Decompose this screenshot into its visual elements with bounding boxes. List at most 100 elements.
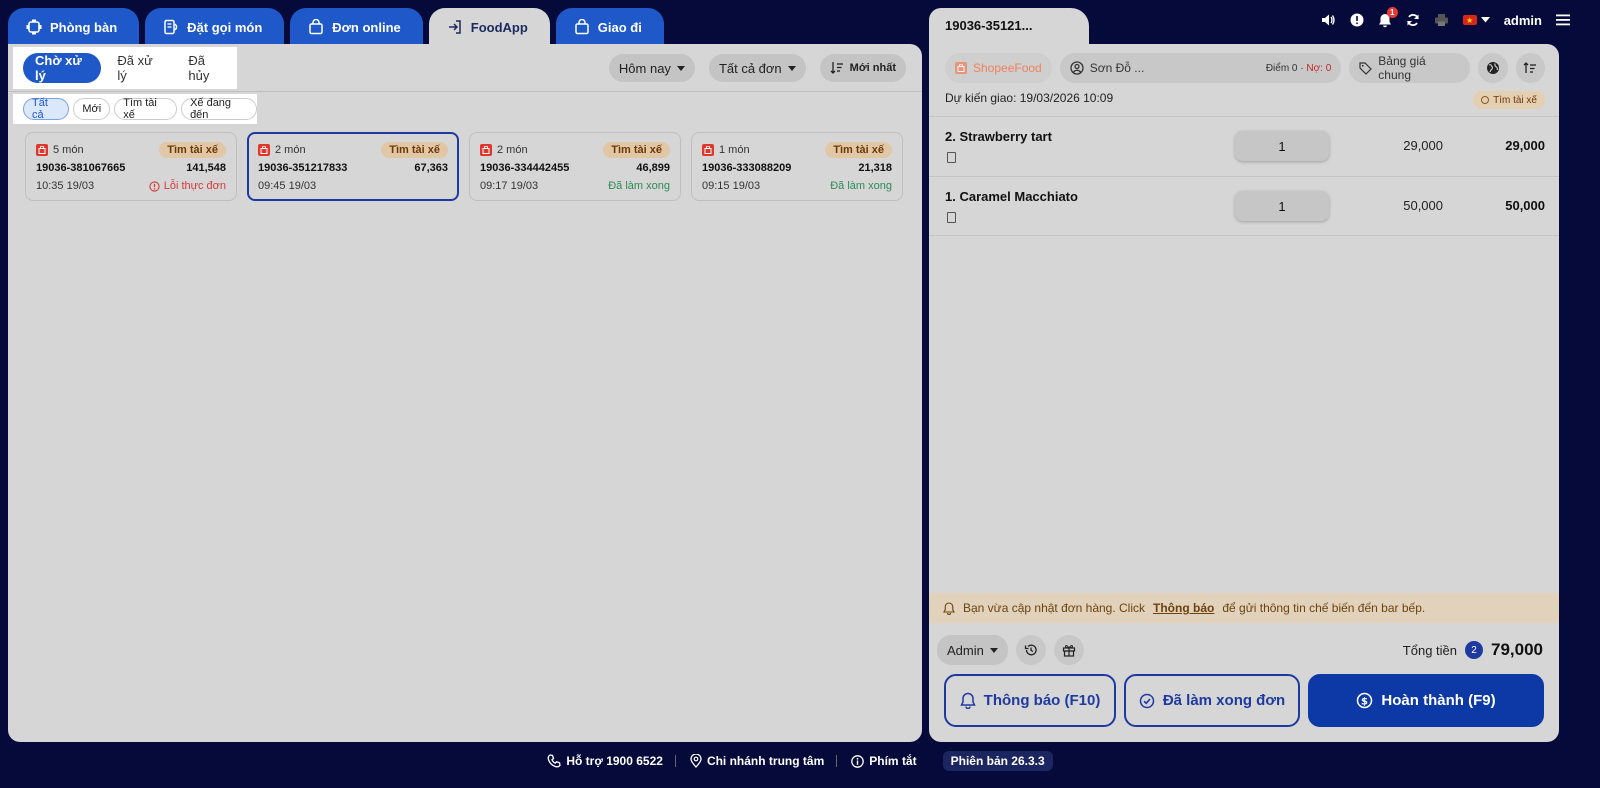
chip-driver-arriving[interactable]: Xế đang đến	[181, 97, 257, 121]
caret-down-icon	[787, 65, 796, 71]
mark-done-button[interactable]: Đã làm xong đơn	[1124, 674, 1300, 727]
shopeefood-logo-icon	[702, 144, 714, 156]
bell-outline-icon	[959, 692, 976, 709]
card-amount: 21,318	[858, 162, 892, 174]
order-filter-dropdown[interactable]: Tất cả đơn	[708, 54, 806, 82]
note-icon[interactable]	[947, 152, 956, 163]
globe-button[interactable]	[1478, 53, 1508, 83]
mark-done-label: Đã làm xong đơn	[1162, 692, 1286, 709]
footer-separator	[836, 755, 838, 767]
tab-phong-ban[interactable]: Phòng bàn	[8, 8, 140, 46]
estimated-delivery: Dự kiến giao: 19/03/2026 10:09	[945, 91, 1114, 105]
card-status-text: Đã làm xong	[830, 180, 892, 192]
caret-down-icon	[989, 647, 998, 653]
order-item-row[interactable]: 2. Strawberry tart 1 29,000 29,000	[929, 116, 1559, 176]
order-items-list: 2. Strawberry tart 1 29,000 29,000 1. Ca…	[929, 116, 1559, 236]
caret-down-icon	[1480, 17, 1490, 23]
notify-kitchen-label: Thông báo (F10)	[983, 692, 1101, 709]
sort-items-button[interactable]	[1515, 53, 1545, 83]
order-filter-label: Tất cả đơn	[718, 60, 782, 76]
tab-foodapp[interactable]: FoodApp	[428, 8, 550, 46]
shopeefood-logo-icon	[955, 62, 967, 74]
customer-selector[interactable]: Sơn Đỗ ... Điểm 0 · Nợ: 0	[1059, 53, 1342, 83]
card-status-text: Đã làm xong	[608, 180, 670, 192]
check-circle-icon	[1139, 693, 1155, 709]
version-badge: Phiên bản 26.3.3	[942, 751, 1053, 771]
bell-icon[interactable]: 1	[1378, 6, 1398, 28]
total-label: Tổng tiền	[1402, 642, 1457, 658]
status-tab-cancelled[interactable]: Đã hủy	[176, 53, 237, 83]
item-quantity-input[interactable]: 1	[1235, 191, 1329, 221]
menu-icon[interactable]	[1556, 14, 1570, 26]
location-pin-icon	[690, 754, 702, 768]
footer: Hỗ trợ 1900 6522 Chi nhánh trung tâm Phí…	[0, 750, 1600, 772]
language-selector[interactable]: ★	[1462, 15, 1490, 25]
history-button[interactable]	[1015, 635, 1046, 665]
sort-icon	[1523, 61, 1537, 75]
item-quantity-input[interactable]: 1	[1235, 131, 1329, 161]
tab-dat-goi-mon[interactable]: Đặt gọi món	[145, 8, 285, 46]
card-item-count-wrap: 1 món	[702, 144, 750, 156]
list-toolbar: Hôm nay Tất cả đơn Mới nhất	[608, 54, 906, 82]
points-label: Điểm 0 ·	[1265, 62, 1304, 74]
order-item-row[interactable]: 1. Caramel Macchiato 1 50,000 50,000	[929, 176, 1559, 236]
support-link[interactable]: Hỗ trợ 1900 6522	[547, 754, 663, 768]
history-icon	[1024, 643, 1038, 657]
order-card[interactable]: 2 món Tìm tài xế 19036-334442455 46,899 …	[469, 132, 681, 201]
date-filter-dropdown[interactable]: Hôm nay	[608, 54, 695, 82]
gift-button[interactable]	[1053, 635, 1084, 665]
order-detail-tab[interactable]: 19036-35121...	[929, 8, 1089, 48]
chip-all[interactable]: Tất cả	[23, 97, 70, 121]
table-icon	[26, 19, 42, 35]
tab-giao-di[interactable]: Giao đi	[555, 8, 664, 46]
order-icon	[163, 19, 179, 35]
card-item-count: 1 món	[719, 144, 750, 156]
user-name[interactable]: admin	[1504, 13, 1542, 28]
volume-icon[interactable]	[1320, 12, 1336, 28]
branch-selector[interactable]: Chi nhánh trung tâm	[690, 754, 824, 768]
refresh-icon[interactable]	[1406, 13, 1420, 27]
shortcuts-link[interactable]: Phím tắt	[851, 754, 917, 768]
status-tab-processed[interactable]: Đã xử lý	[105, 53, 172, 83]
dollar-circle-icon: $	[1356, 692, 1373, 709]
item-unit-price: 50,000	[1403, 198, 1443, 213]
warning-notify-link[interactable]: Thông báo	[1153, 601, 1214, 615]
customer-name: Sơn Đỗ ...	[1089, 61, 1145, 75]
complete-order-button[interactable]: $ Hoàn thành (F9)	[1308, 674, 1544, 727]
delivery-filter-chips: Tất cả Mới Tìm tài xế Xế đang đến	[13, 94, 257, 124]
globe-icon	[1486, 61, 1500, 75]
user-circle-icon	[1070, 61, 1084, 75]
note-icon[interactable]	[947, 212, 956, 223]
order-card[interactable]: 1 món Tìm tài xế 19036-333088209 21,318 …	[691, 132, 903, 201]
bag-icon	[308, 19, 324, 35]
card-amount: 141,548	[186, 162, 226, 174]
top-utility-bar: 1 ★ admin	[1320, 6, 1570, 28]
login-icon	[447, 19, 463, 35]
tab-label: Phòng bàn	[50, 19, 118, 35]
tab-don-online[interactable]: Đơn online	[290, 8, 423, 46]
sort-icon	[830, 61, 844, 75]
staff-dropdown[interactable]: Admin	[937, 635, 1008, 665]
price-list-selector[interactable]: Bảng giá chung	[1349, 53, 1470, 83]
alert-circle-icon	[149, 180, 160, 192]
bag-icon	[574, 19, 590, 35]
order-card-selected[interactable]: 2 món Tìm tài xế 19036-351217833 67,363 …	[247, 132, 459, 201]
notify-kitchen-button[interactable]: Thông báo (F10)	[944, 674, 1116, 727]
printer-icon[interactable]	[1434, 13, 1449, 27]
order-card[interactable]: 5 món Tìm tài xế 19036-381067665 141,548…	[25, 132, 237, 201]
warning-text-post: để gửi thông tin chế biến đến bar bếp.	[1222, 601, 1426, 615]
chip-finding-driver[interactable]: Tìm tài xế	[114, 97, 178, 121]
order-summary-row: Admin Tổng tiền 2 79,000	[937, 634, 1543, 666]
card-item-count-wrap: 2 món	[480, 144, 528, 156]
info-alert-icon[interactable]	[1350, 13, 1364, 27]
chip-new[interactable]: Mới	[73, 98, 111, 120]
price-list-label: Bảng giá chung	[1378, 54, 1426, 82]
card-order-code: 19036-381067665	[36, 162, 126, 174]
sort-button[interactable]: Mới nhất	[819, 54, 906, 82]
update-warning-banner: Bạn vừa cập nhật đơn hàng. Click Thông b…	[929, 593, 1559, 623]
debt-label: Nợ: 0	[1306, 62, 1332, 74]
order-detail-tab-title: 19036-35121...	[945, 18, 1033, 33]
status-tab-pending[interactable]: Chờ xử lý	[23, 53, 102, 83]
staff-name: Admin	[947, 642, 984, 658]
card-time: 09:15 19/03	[702, 180, 761, 192]
